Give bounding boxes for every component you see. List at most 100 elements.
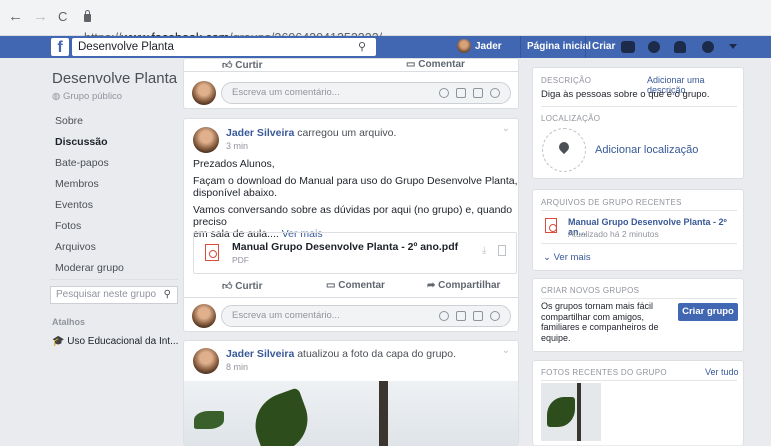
group-search-placeholder: Pesquisar neste grupo: [56, 289, 157, 300]
camera-icon[interactable]: [456, 88, 466, 98]
post-time[interactable]: 8 min: [226, 362, 248, 372]
gif-icon[interactable]: [473, 88, 483, 98]
search-icon[interactable]: ⚲: [164, 287, 171, 303]
chevron-down-icon[interactable]: ⌄: [502, 123, 510, 134]
post-time[interactable]: 3 min: [226, 141, 248, 151]
divider: [541, 243, 737, 244]
divider: [184, 71, 518, 72]
file-name[interactable]: Manual Grupo Desenvolve Planta - 2º ano.…: [232, 241, 458, 253]
comment-button[interactable]: ▭ Comentar: [326, 280, 385, 291]
messenger-icon[interactable]: [648, 41, 660, 53]
sidebar-item-eventos[interactable]: Eventos: [55, 199, 93, 211]
see-all-photos-link[interactable]: Ver tudo: [705, 367, 739, 377]
see-more-files-link[interactable]: ⌄ Ver mais: [543, 252, 591, 263]
post-body: Prezados Alunos, Façam o download do Man…: [193, 158, 523, 240]
create-group-text-line: compartilhar com amigos,: [541, 311, 645, 322]
chevron-down-icon[interactable]: ⌄: [502, 345, 510, 356]
sidebar-item-fotos[interactable]: Fotos: [55, 220, 81, 232]
location-label: LOCALIZAÇÃO: [541, 114, 601, 123]
search-icon[interactable]: ⚲: [358, 38, 366, 56]
friends-icon[interactable]: [621, 41, 635, 53]
emoji-icon[interactable]: [439, 88, 449, 98]
post-text-line: disponível abaixo.: [193, 187, 278, 199]
comment-button[interactable]: ▭ Comentar: [406, 59, 465, 70]
avatar[interactable]: [193, 348, 219, 374]
comment-input[interactable]: Escreva um comentário...: [221, 305, 511, 327]
shortcut-item[interactable]: 🎓 Uso Educacional da Int...: [52, 336, 178, 347]
facebook-logo[interactable]: f: [51, 38, 69, 56]
emoji-icon[interactable]: [439, 311, 449, 321]
leaf-shape: [547, 397, 575, 427]
like-label: Curtir: [235, 60, 263, 71]
help-icon[interactable]: [702, 41, 714, 53]
description-text: Diga às pessoas sobre o que é o grupo.: [541, 89, 710, 100]
lock-icon: [84, 9, 91, 22]
sidebar-item-arquivos[interactable]: Arquivos: [55, 241, 96, 253]
add-location-link[interactable]: Adicionar localização: [595, 144, 698, 156]
file-attachment[interactable]: Manual Grupo Desenvolve Planta - 2º ano.…: [193, 232, 517, 274]
like-button[interactable]: 👍︎ Curtir: [222, 280, 262, 292]
sidebar-item-moderar-grupo[interactable]: Moderar grupo: [55, 262, 124, 274]
comment-input[interactable]: Escreva um comentário...: [221, 82, 511, 104]
divider: [541, 210, 737, 211]
shortcuts-heading: Atalhos: [52, 317, 86, 327]
location-placeholder[interactable]: [542, 128, 586, 172]
post-header: Jader Silveira carregou um arquivo.: [226, 127, 396, 139]
group-name[interactable]: Desenvolve Planta: [52, 70, 177, 87]
avatar[interactable]: [192, 304, 216, 328]
gif-icon[interactable]: [473, 311, 483, 321]
like-button[interactable]: 👍︎ Curtir: [222, 59, 262, 71]
back-icon[interactable]: ←: [8, 9, 23, 25]
forward-icon[interactable]: →: [33, 9, 48, 25]
recent-files-card: ARQUIVOS DE GRUPO RECENTES Manual Grupo …: [532, 189, 744, 271]
preview-icon[interactable]: [498, 245, 506, 256]
address-bar[interactable]: https://www.facebook.com/groups/36064204…: [84, 8, 382, 45]
comment-icon: ▭: [406, 59, 419, 70]
notifications-icon[interactable]: [674, 41, 686, 53]
share-label: Compartilhar: [438, 280, 501, 291]
download-icon[interactable]: ⤓: [482, 245, 486, 256]
home-link[interactable]: Página inicial: [520, 36, 591, 58]
create-groups-label: CRIAR NOVOS GRUPOS: [541, 286, 640, 295]
group-search-input[interactable]: Pesquisar neste grupo ⚲: [50, 286, 178, 304]
comment-label: Comentar: [338, 280, 385, 291]
create-group-text: Os grupos tornam mais fácil compartilhar…: [541, 301, 659, 343]
author-link[interactable]: Jader Silveira: [226, 127, 294, 139]
avatar[interactable]: [192, 81, 216, 105]
sidebar-item-sobre[interactable]: Sobre: [55, 115, 83, 127]
pole-shape: [379, 381, 388, 446]
reload-icon[interactable]: C: [58, 9, 67, 25]
about-card: DESCRIÇÃO Adicionar uma descrição Diga à…: [532, 67, 744, 179]
divider: [541, 106, 737, 107]
sticker-icon[interactable]: [490, 311, 500, 321]
create-group-button[interactable]: Criar grupo: [678, 303, 738, 321]
chevron-down-icon[interactable]: [729, 44, 737, 49]
sticker-icon[interactable]: [490, 88, 500, 98]
pdf-icon: [205, 244, 219, 261]
camera-icon[interactable]: [456, 311, 466, 321]
post-card: Jader Silveira atualizou a foto da capa …: [183, 340, 519, 446]
share-button[interactable]: ➦ Compartilhar: [427, 280, 500, 291]
sidebar-item-bate-papos[interactable]: Bate-papos: [55, 157, 109, 169]
author-link[interactable]: Jader Silveira: [226, 348, 294, 360]
recent-files-label: ARQUIVOS DE GRUPO RECENTES: [541, 198, 682, 207]
recent-photos-label: FOTOS RECENTES DO GRUPO: [541, 368, 667, 377]
cover-photo[interactable]: [184, 381, 518, 446]
sidebar-item-discussao[interactable]: Discussão: [55, 136, 108, 148]
divider: [541, 380, 737, 381]
profile-link[interactable]: Jader: [457, 36, 502, 58]
avatar: [457, 39, 471, 54]
create-group-text-line: familiares e companheiros de: [541, 322, 659, 332]
create-link[interactable]: Criar: [585, 36, 615, 58]
see-more-label: Ver mais: [553, 252, 591, 263]
globe-icon: ◍: [52, 91, 63, 102]
leaf-shape: [246, 387, 317, 446]
avatar[interactable]: [193, 127, 219, 153]
comment-label: Comentar: [418, 59, 465, 70]
map-pin-icon: [556, 139, 572, 155]
search-input[interactable]: Desenvolve Planta ⚲: [72, 38, 376, 56]
create-group-card: CRIAR NOVOS GRUPOS Os grupos tornam mais…: [532, 278, 744, 352]
sidebar-item-membros[interactable]: Membros: [55, 178, 99, 190]
post-text-line: Façam o download do Manual para uso do G…: [193, 175, 518, 187]
photo-thumbnail[interactable]: [541, 383, 601, 441]
